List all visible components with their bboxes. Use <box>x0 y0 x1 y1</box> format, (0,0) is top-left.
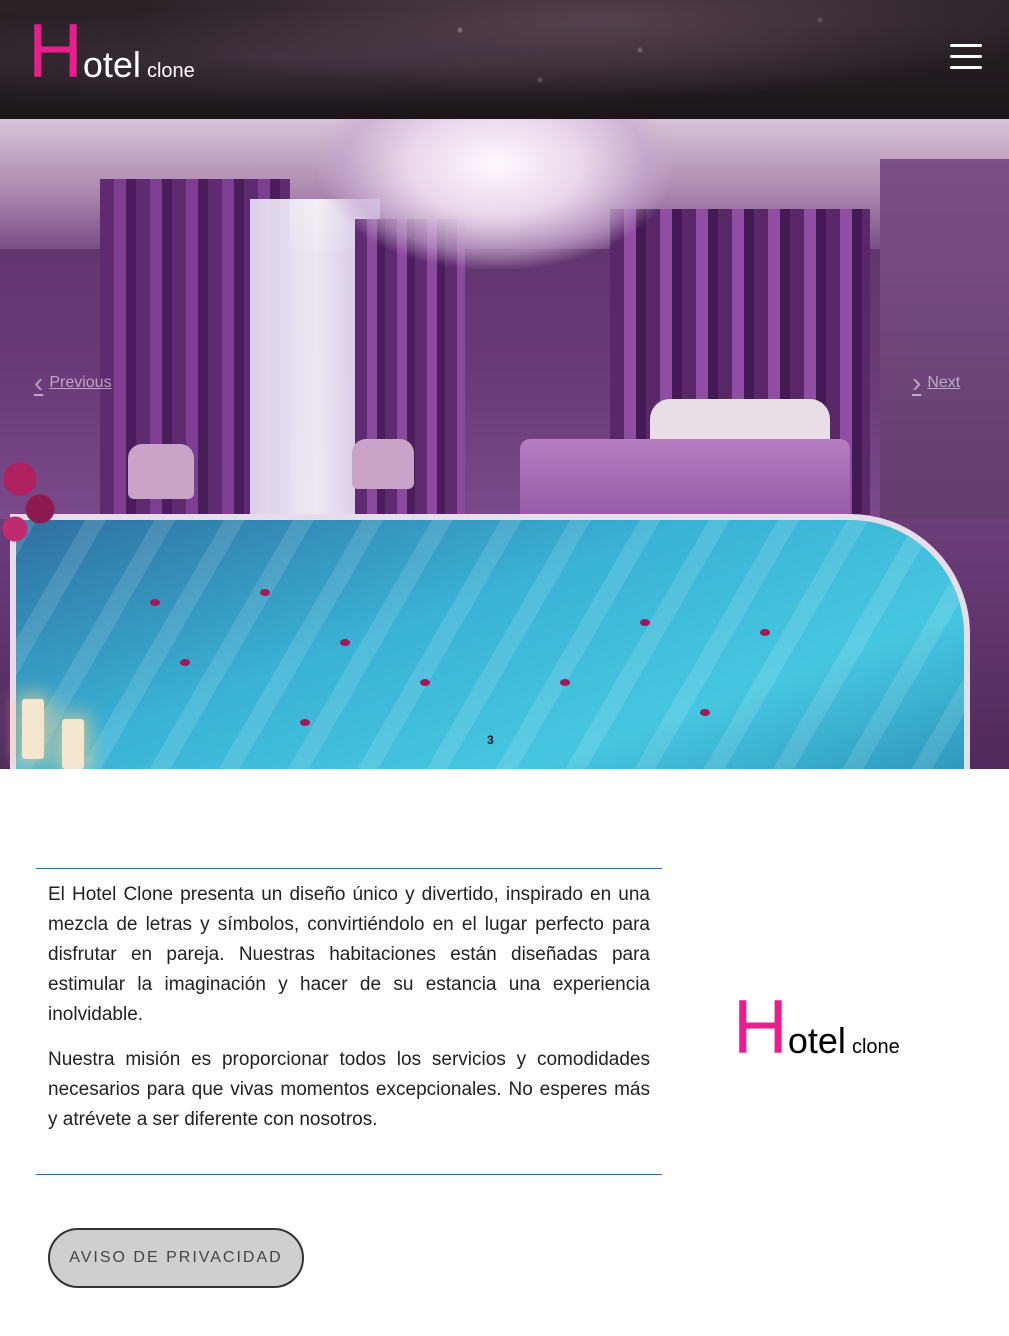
about-paragraph-2: Nuestra misión es proporcionar todos los… <box>48 1049 650 1130</box>
footer-logo: Hotel clone <box>733 990 900 1066</box>
privacy-notice-button[interactable]: AVISO DE PRIVACIDAD <box>48 1228 304 1288</box>
logo-word: otel <box>82 44 141 85</box>
footer-logo-word: otel <box>787 1020 846 1061</box>
footer-logo-initial: H <box>733 985 788 1070</box>
logo-initial: H <box>28 9 83 94</box>
about-section: El Hotel Clone presenta un diseño único … <box>36 868 662 1175</box>
footer-logo-suffix: clone <box>851 1036 900 1058</box>
carousel-previous-button[interactable]: ‹ Previous <box>34 369 112 397</box>
hero-carousel: ‹ Previous › Next 3 <box>0 119 1009 769</box>
chevron-left-icon: ‹ <box>34 367 44 398</box>
hero-image <box>0 119 1009 769</box>
site-header: Hotel clone <box>0 0 1009 119</box>
header-logo[interactable]: Hotel clone <box>28 14 195 90</box>
carousel-indicator[interactable]: 3 <box>487 733 494 747</box>
logo-suffix: clone <box>146 60 195 82</box>
chevron-right-icon: › <box>912 367 922 398</box>
carousel-previous-label: Previous <box>49 374 112 391</box>
carousel-next-button[interactable]: › Next <box>912 369 960 397</box>
about-paragraph-1: El Hotel Clone presenta un diseño único … <box>48 884 650 1025</box>
carousel-next-label: Next <box>927 374 961 391</box>
hamburger-menu-icon[interactable] <box>950 44 982 72</box>
